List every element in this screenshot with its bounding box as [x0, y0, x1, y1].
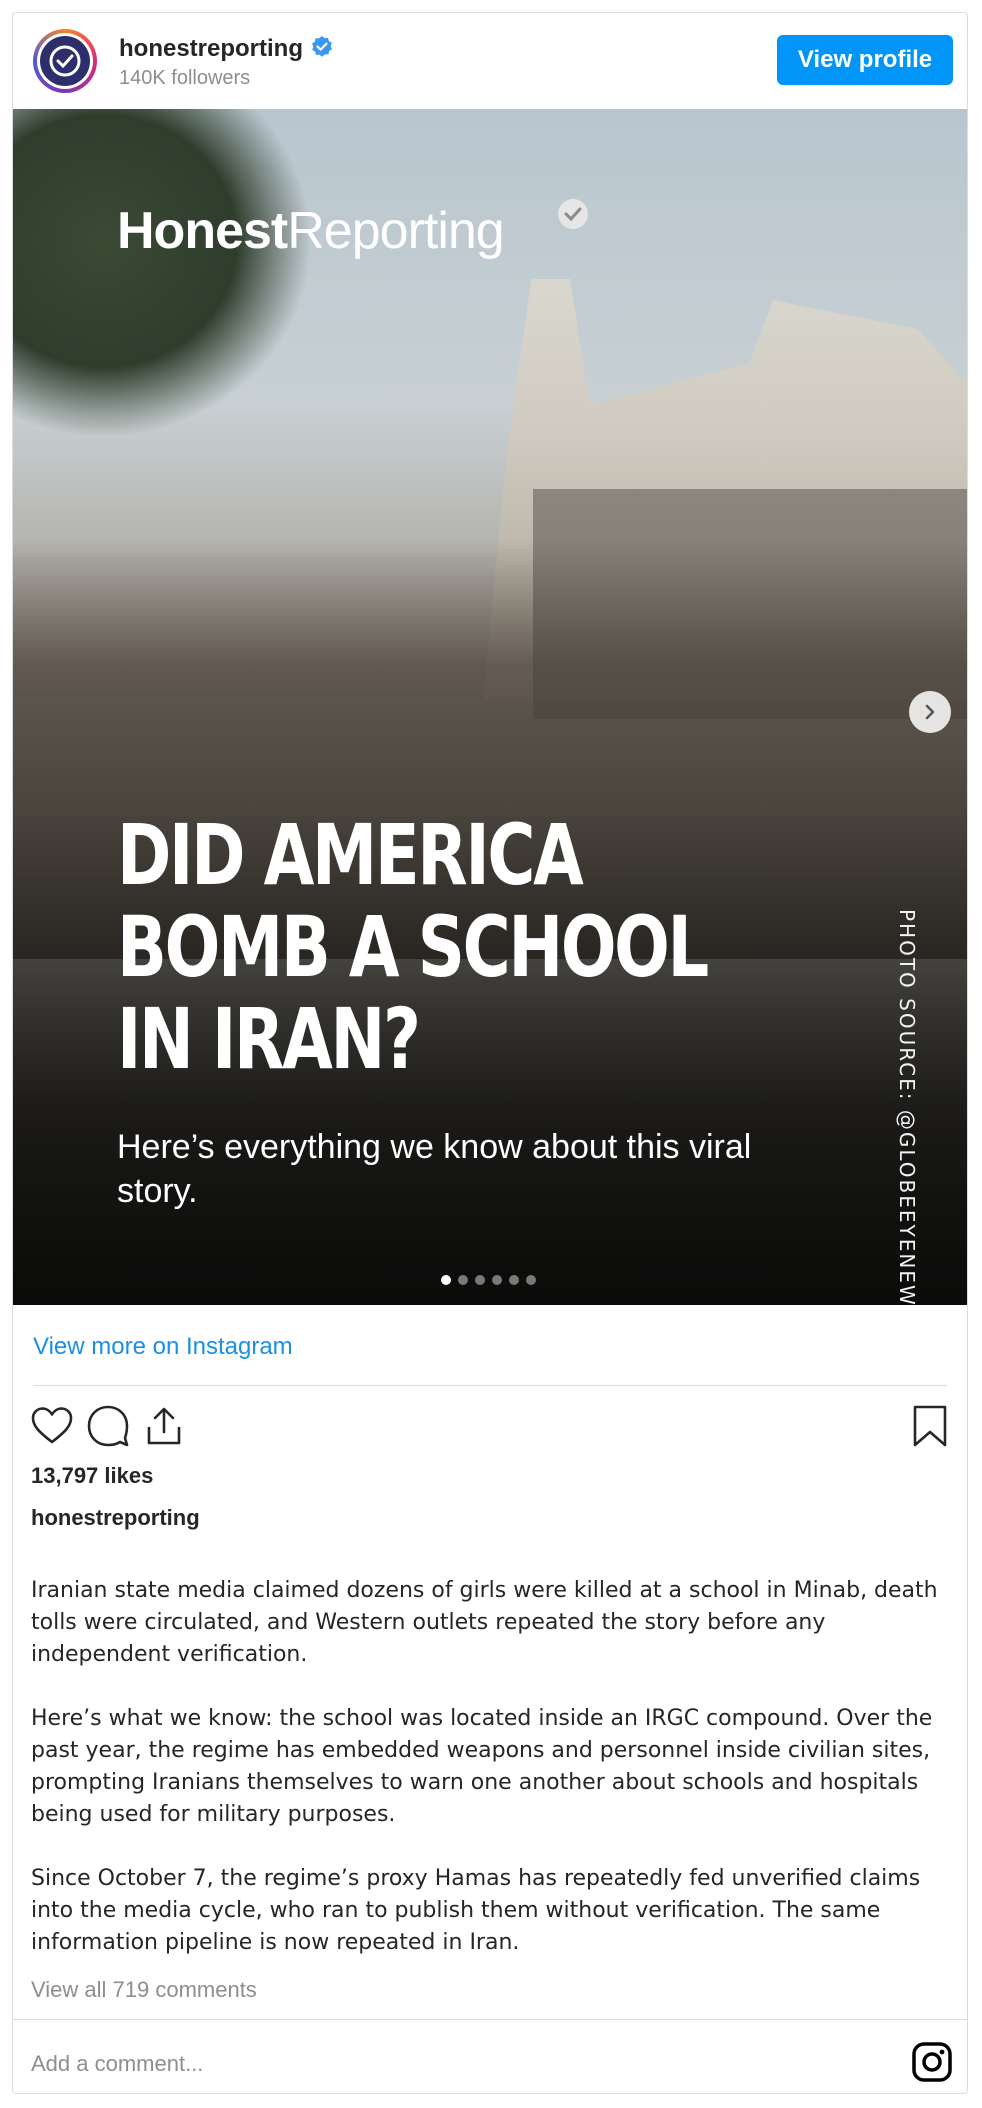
brand-check-icon: [558, 199, 588, 229]
caption-paragraph: Since October 7, the regime’s proxy Hama…: [31, 1866, 921, 1955]
caption-text: Iranian state media claimed dozens of gi…: [31, 1575, 953, 1991]
username[interactable]: honestreporting: [119, 35, 303, 63]
next-slide-button[interactable]: [909, 691, 951, 733]
carousel-indicator: [441, 1275, 536, 1285]
avatar-check-icon: [49, 45, 81, 77]
add-comment-input[interactable]: Add a comment...: [31, 2051, 203, 2077]
post-media[interactable]: HonestReporting DID AMERICA BOMB A SCHOO…: [13, 109, 967, 1305]
slide-subhead: Here’s everything we know about this vir…: [117, 1128, 752, 1210]
brand-logo: HonestReporting: [117, 202, 505, 260]
comment-bubble-icon[interactable]: [85, 1403, 131, 1449]
divider: [33, 1385, 947, 1386]
caption-username[interactable]: honestreporting: [31, 1505, 200, 1531]
tree-foliage: [13, 109, 313, 439]
view-profile-button[interactable]: View profile: [777, 35, 953, 85]
carousel-dot: [509, 1275, 519, 1285]
slide-headline: DID AMERICA BOMB A SCHOOL IN IRAN?: [117, 806, 709, 1088]
instagram-icon[interactable]: [911, 2041, 953, 2083]
heart-icon[interactable]: [29, 1403, 75, 1449]
avatar[interactable]: [33, 29, 97, 93]
carousel-dot: [458, 1275, 468, 1285]
view-more-link[interactable]: View more on Instagram: [33, 1333, 293, 1361]
likes-count[interactable]: 13,797 likes: [31, 1463, 153, 1489]
instagram-embed-card: honestreporting 140K followers View prof…: [12, 12, 968, 2094]
verified-badge-icon: [312, 36, 332, 57]
photo-credit: PHOTO SOURCE: @GLOBEEYENEWS/X: [895, 909, 919, 1305]
view-all-comments-link[interactable]: View all 719 comments: [31, 1977, 257, 2003]
carousel-dot: [492, 1275, 502, 1285]
share-icon[interactable]: [141, 1403, 187, 1449]
caption-paragraph: Iranian state media claimed dozens of gi…: [31, 1578, 938, 1667]
chevron-right-icon: [925, 704, 935, 720]
carousel-dot: [475, 1275, 485, 1285]
followers-count: 140K followers: [119, 67, 251, 89]
post-header: honestreporting 140K followers View prof…: [13, 13, 967, 109]
action-bar: [29, 1403, 953, 1453]
divider: [13, 2019, 967, 2020]
carousel-dot: [441, 1275, 451, 1285]
carousel-dot: [526, 1275, 536, 1285]
bookmark-icon[interactable]: [907, 1403, 953, 1449]
caption-paragraph: Here’s what we know: the school was loca…: [31, 1706, 933, 1827]
